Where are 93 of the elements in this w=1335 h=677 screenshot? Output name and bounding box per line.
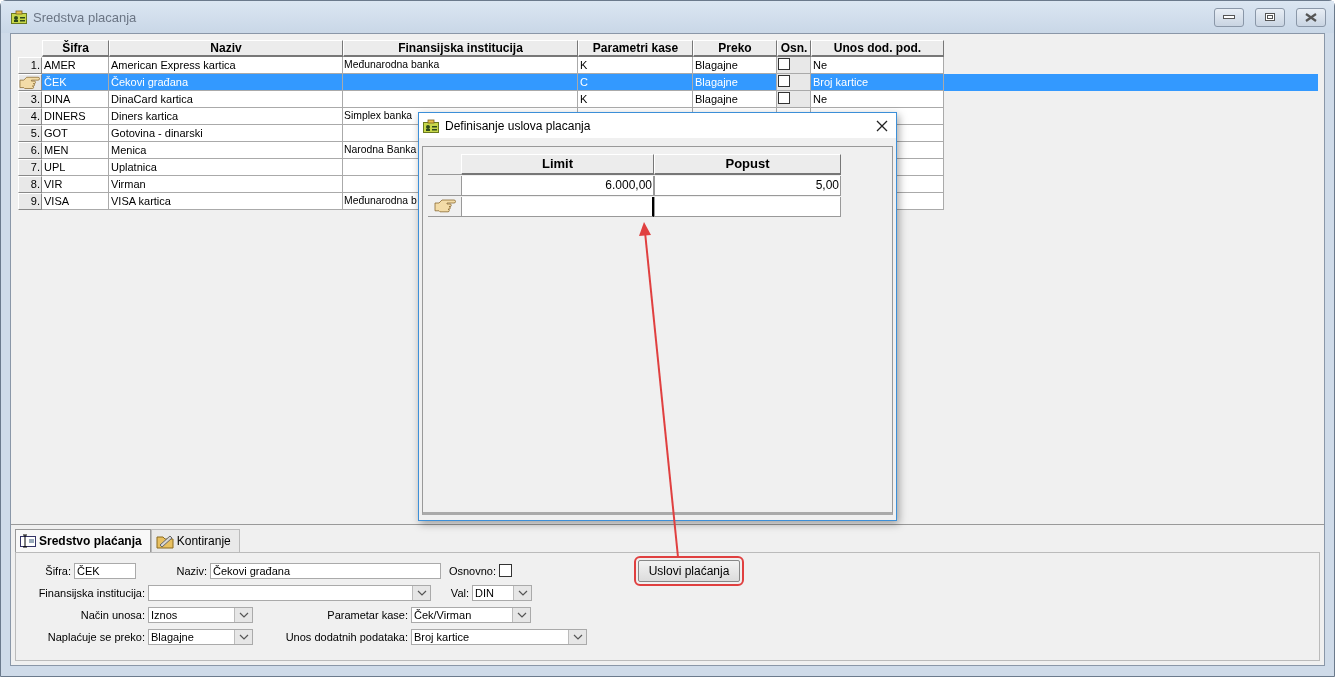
- field-label: Način unosa:: [79, 608, 146, 621]
- field-label: Osnovno:: [447, 564, 497, 577]
- table-cell: Blagajne: [693, 57, 777, 74]
- table-cell: MEN: [42, 142, 109, 159]
- text-field[interactable]: Čekovi građana: [210, 562, 441, 579]
- row-header[interactable]: 6.: [18, 142, 42, 159]
- pointing-hand-icon: [433, 199, 456, 213]
- row-header[interactable]: [18, 74, 42, 91]
- close-icon: [1305, 12, 1317, 22]
- table-cell: VIR: [42, 176, 109, 193]
- row-header[interactable]: 3.: [18, 91, 42, 108]
- table-cell: Diners kartica: [109, 108, 343, 125]
- table-cell: ČEK: [42, 74, 109, 91]
- column-header[interactable]: Unos dod. pod.: [811, 40, 944, 57]
- table-cell[interactable]: [654, 197, 841, 217]
- row-header[interactable]: 7.: [18, 159, 42, 176]
- table-cell: VISA: [42, 193, 109, 210]
- dropdown-field[interactable]: Ček/Virman: [411, 606, 531, 623]
- table-cell: Ne: [811, 91, 944, 108]
- table-cell: Uplatnica: [109, 159, 343, 176]
- table-cell: DINERS: [42, 108, 109, 125]
- column-header[interactable]: Naziv: [109, 40, 343, 57]
- dropdown-icon[interactable]: [568, 629, 586, 644]
- dropdown-field[interactable]: Blagajne: [148, 628, 253, 645]
- table-cell: DINA: [42, 91, 109, 108]
- close-icon[interactable]: [876, 119, 888, 132]
- table-cell: C: [578, 74, 693, 91]
- close-button[interactable]: [1296, 7, 1326, 27]
- text-field[interactable]: ČEK: [74, 562, 136, 579]
- table-cell[interactable]: [461, 197, 654, 217]
- dropdown-icon[interactable]: [512, 607, 530, 622]
- dropdown-field[interactable]: Broj kartice: [411, 628, 587, 645]
- table-cell: Čekovi građana: [109, 74, 343, 91]
- maximize-button[interactable]: [1255, 7, 1285, 27]
- checkbox[interactable]: [499, 564, 512, 577]
- field-label: Naziv:: [175, 564, 208, 577]
- table-cell: Menica: [109, 142, 343, 159]
- field-label: Val:: [449, 586, 470, 599]
- table-cell: Gotovina - dinarski: [109, 125, 343, 142]
- table-cell[interactable]: 6.000,00: [461, 176, 654, 196]
- pointing-hand-icon: [19, 75, 40, 90]
- column-header[interactable]: Šifra: [42, 40, 109, 57]
- table-cell: Virman: [109, 176, 343, 193]
- dialog-icon: [423, 118, 439, 133]
- checkbox[interactable]: [778, 92, 790, 104]
- column-header[interactable]: Preko: [693, 40, 777, 57]
- table-cell: American Express kartica: [109, 57, 343, 74]
- checkbox[interactable]: [778, 58, 790, 70]
- row-header[interactable]: 8.: [18, 176, 42, 193]
- table-cell: UPL: [42, 159, 109, 176]
- dropdown-icon[interactable]: [234, 629, 252, 644]
- dropdown-field[interactable]: DIN: [472, 584, 532, 601]
- dropdown-field[interactable]: Iznos: [148, 606, 253, 623]
- dropdown-icon[interactable]: [412, 585, 430, 600]
- field-label: Parametar kase:: [326, 608, 409, 621]
- folder-icon: [155, 533, 174, 549]
- column-header[interactable]: Osn.: [777, 40, 811, 57]
- dropdown-field[interactable]: [148, 584, 431, 601]
- table-cell: AMER: [42, 57, 109, 74]
- tab[interactable]: Sredstvo plaćanja: [15, 529, 151, 552]
- table-cell: K: [578, 57, 693, 74]
- form-icon: [20, 534, 36, 548]
- minimize-icon: [1223, 15, 1235, 19]
- row-header[interactable]: 4.: [18, 108, 42, 125]
- column-header[interactable]: Finansijska institucija: [343, 40, 578, 57]
- field-label: Šifra:: [44, 564, 72, 577]
- dropdown-icon[interactable]: [513, 585, 531, 600]
- table-cell: VISA kartica: [109, 193, 343, 210]
- window-icon: [11, 10, 27, 24]
- dropdown-icon[interactable]: [234, 607, 252, 622]
- field-label: Naplaćuje se preko:: [46, 630, 146, 643]
- table-cell: Broj kartice: [811, 74, 944, 91]
- window-title: Sredstva placanja: [33, 9, 138, 25]
- table-cell: Blagajne: [693, 91, 777, 108]
- column-header[interactable]: Limit: [461, 154, 654, 175]
- table-cell: Blagajne: [693, 74, 777, 91]
- maximize-icon: [1265, 13, 1275, 21]
- table-cell: DinaCard kartica: [109, 91, 343, 108]
- column-header[interactable]: Parametri kase: [578, 40, 693, 57]
- row-header[interactable]: 5.: [18, 125, 42, 142]
- table-cell: Međunarodna banka: [343, 57, 578, 74]
- row-header[interactable]: 1.: [18, 57, 42, 74]
- table-cell: K: [578, 91, 693, 108]
- row-header[interactable]: 9.: [18, 193, 42, 210]
- checkbox[interactable]: [778, 75, 790, 87]
- column-header[interactable]: Popust: [654, 154, 841, 175]
- tab[interactable]: Kontiranje: [150, 529, 240, 552]
- table-cell: GOT: [42, 125, 109, 142]
- table-cell[interactable]: 5,00: [654, 176, 841, 196]
- table-cell: Ne: [811, 57, 944, 74]
- field-label: Finansijska institucija:: [37, 586, 146, 599]
- minimize-button[interactable]: [1214, 7, 1244, 27]
- field-label: Unos dodatnih podataka:: [284, 630, 409, 643]
